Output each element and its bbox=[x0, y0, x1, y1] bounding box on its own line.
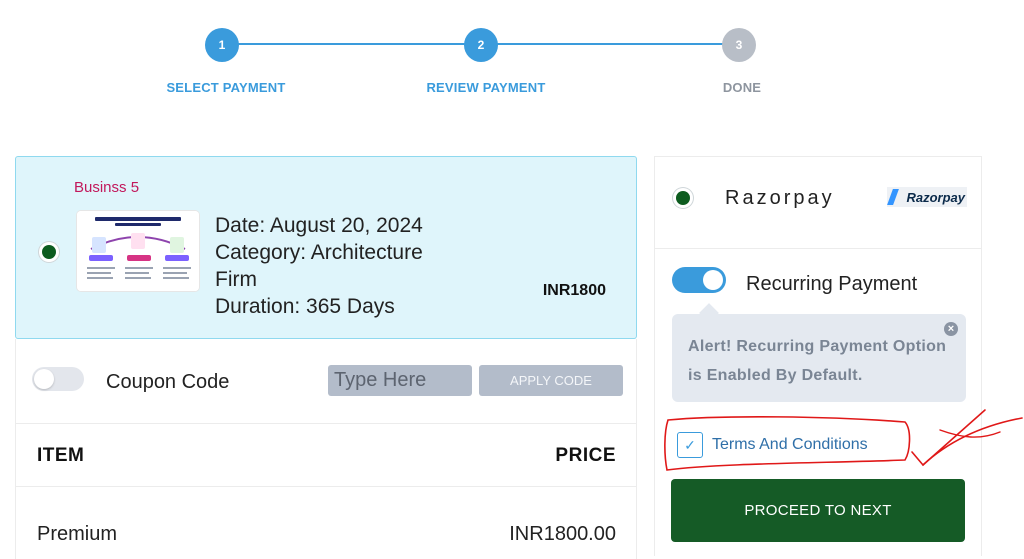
step-2-circle: 2 bbox=[464, 28, 498, 62]
order-summary-panel: Coupon Code APPLY CODE ITEM PRICE Premiu… bbox=[15, 339, 637, 559]
apply-code-button[interactable]: APPLY CODE bbox=[479, 365, 623, 396]
plan-date: Date: August 20, 2024 bbox=[215, 214, 423, 237]
plan-duration: Duration: 365 Days bbox=[215, 295, 395, 318]
terms-link[interactable]: Terms And Conditions bbox=[712, 436, 868, 454]
table-header-price: PRICE bbox=[555, 445, 616, 466]
divider bbox=[16, 423, 636, 424]
plan-details: Date: August 20, 2024 Category: Architec… bbox=[215, 212, 455, 320]
step-3-circle: 3 bbox=[722, 28, 756, 62]
table-cell-item: Premium bbox=[37, 523, 118, 545]
step-3-number: 3 bbox=[735, 38, 743, 52]
coupon-code-input[interactable] bbox=[328, 365, 472, 396]
recurring-alert-text: Alert! Recurring Payment Option is Enabl… bbox=[688, 338, 947, 384]
divider bbox=[16, 486, 636, 487]
step-2-label: REVIEW PAYMENT bbox=[426, 80, 546, 95]
stepper-line-pending bbox=[481, 43, 739, 45]
step-3-label: DONE bbox=[722, 80, 762, 95]
razorpay-logo-mark bbox=[887, 189, 899, 205]
divider bbox=[655, 248, 981, 249]
plan-category: Category: Architecture Firm bbox=[215, 241, 423, 291]
checkmark-icon: ✓ bbox=[684, 436, 696, 453]
table-cell-price: INR1800.00 bbox=[509, 523, 616, 545]
stepper-line-complete bbox=[222, 43, 481, 45]
plan-price: INR1800 bbox=[542, 282, 606, 299]
recurring-alert: × Alert! Recurring Payment Option is Ena… bbox=[672, 314, 966, 402]
table-header-item: ITEM bbox=[37, 445, 85, 466]
plan-thumbnail-image bbox=[77, 211, 199, 291]
recurring-payment-label: Recurring Payment bbox=[746, 273, 918, 295]
step-1-number: 1 bbox=[218, 38, 226, 52]
plan-name: Businss 5 bbox=[74, 179, 140, 196]
terms-checkbox[interactable]: ✓ bbox=[677, 432, 703, 458]
proceed-to-next-button[interactable]: PROCEED TO NEXT bbox=[671, 479, 965, 542]
plan-radio-selected[interactable] bbox=[42, 245, 56, 259]
recurring-payment-toggle[interactable] bbox=[672, 267, 726, 293]
coupon-label: Coupon Code bbox=[106, 371, 230, 393]
razorpay-radio-selected[interactable] bbox=[676, 191, 690, 205]
step-2-number: 2 bbox=[477, 38, 485, 52]
plan-thumbnail-graphic bbox=[77, 211, 199, 291]
step-1-circle: 1 bbox=[205, 28, 239, 62]
payment-method-label: Razorpay bbox=[725, 187, 835, 209]
coupon-toggle[interactable] bbox=[32, 367, 84, 391]
razorpay-logo: Razorpay bbox=[887, 187, 967, 207]
selected-plan-card[interactable]: Businss 5 Date: August 20, 2024 Category bbox=[15, 156, 637, 339]
payment-options-panel: Razorpay Razorpay Recurring Payment × Al… bbox=[654, 156, 982, 556]
razorpay-logo-text: Razorpay bbox=[906, 189, 965, 205]
step-1-label: SELECT PAYMENT bbox=[166, 80, 286, 95]
